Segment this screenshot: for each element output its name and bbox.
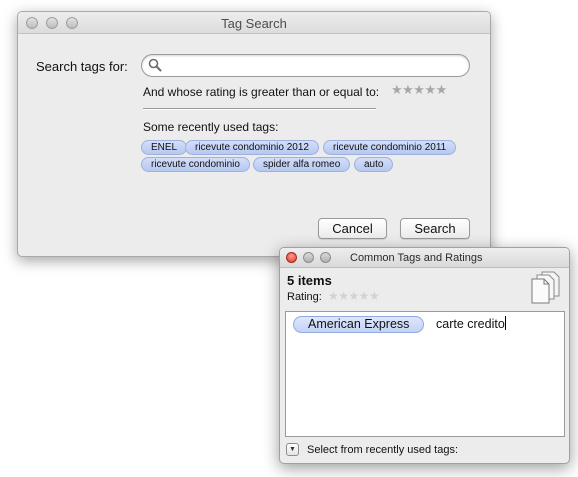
cancel-button[interactable]: Cancel xyxy=(318,218,387,239)
search-field[interactable] xyxy=(141,54,470,77)
rating-stars-control[interactable]: ★★★★★ xyxy=(328,290,380,302)
title-bar[interactable]: Tag Search xyxy=(18,12,490,34)
select-recent-tags-label: Select from recently used tags: xyxy=(307,444,459,456)
separator-line xyxy=(143,108,376,110)
recent-tag[interactable]: ricevute condominio 2011 xyxy=(323,140,457,155)
tag-token[interactable]: American Express xyxy=(293,316,425,333)
window-title: Common Tags and Ratings xyxy=(350,252,483,264)
rating-filter-label: And whose rating is greater than or equa… xyxy=(143,85,380,99)
recent-tag[interactable]: ricevute condominio xyxy=(141,157,250,172)
typed-tag-value: carte credito xyxy=(436,317,505,331)
tag-search-window: Tag Search Search tags for: And whose ra… xyxy=(17,11,491,257)
recent-tag[interactable]: auto xyxy=(354,157,394,172)
tags-input-field[interactable]: American Express carte credito xyxy=(285,311,565,437)
rating-label: Rating: xyxy=(287,291,322,303)
minimize-window-button[interactable] xyxy=(303,252,314,263)
search-button[interactable]: Search xyxy=(400,218,470,239)
close-window-button[interactable] xyxy=(286,252,297,263)
typed-tag-text[interactable]: carte credito xyxy=(436,316,506,332)
recent-tag[interactable]: spider alfa romeo xyxy=(253,157,351,172)
recent-tag[interactable]: ricevute condominio 2012 xyxy=(185,140,319,155)
multiple-documents-icon xyxy=(530,270,560,309)
magnifier-icon xyxy=(148,58,162,77)
text-caret xyxy=(504,316,506,330)
common-tags-window: Common Tags and Ratings 5 items Rating: … xyxy=(279,247,570,464)
rating-stars-control[interactable]: ★★★★★ xyxy=(391,83,447,96)
title-bar[interactable]: Common Tags and Ratings xyxy=(280,248,569,268)
recent-tag[interactable]: ENEL xyxy=(141,140,188,155)
zoom-window-button[interactable] xyxy=(320,252,331,263)
window-title: Tag Search xyxy=(221,16,287,31)
disclosure-triangle-icon[interactable]: ▼ xyxy=(286,443,299,456)
search-input[interactable] xyxy=(164,57,460,74)
search-tags-label: Search tags for: xyxy=(36,59,128,74)
recent-tags-label: Some recently used tags: xyxy=(143,120,279,134)
items-count: 5 items xyxy=(287,273,332,288)
